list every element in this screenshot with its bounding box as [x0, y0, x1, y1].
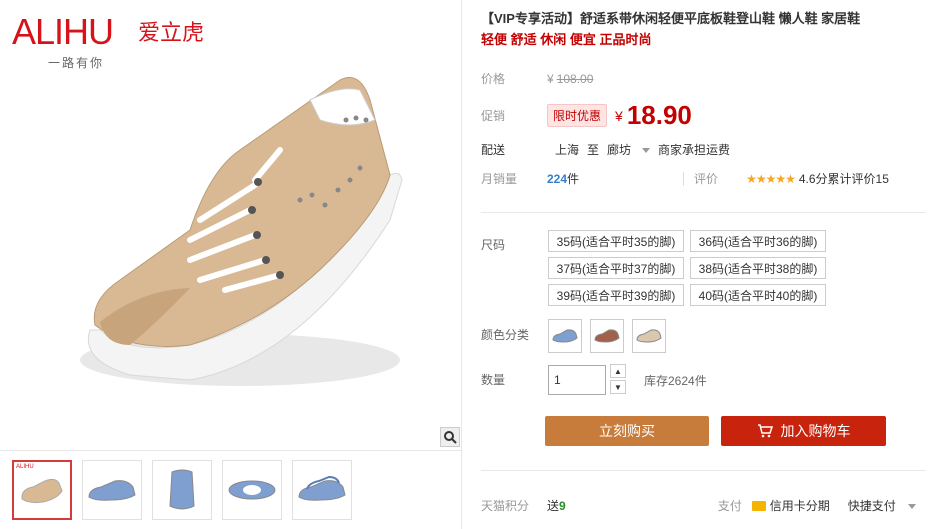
- size-option[interactable]: 35码(适合平时35的脚): [548, 230, 684, 252]
- shoe-beige-icon: [636, 329, 662, 343]
- shoe-brown-icon: [594, 329, 620, 343]
- qty-decrease-icon[interactable]: ▼: [610, 380, 626, 394]
- installment-link[interactable]: 信用卡分期: [770, 497, 830, 514]
- shipping-note: 商家承担运费: [658, 143, 731, 157]
- qty-increase-icon[interactable]: ▲: [610, 364, 626, 378]
- chevron-down-icon: [907, 504, 916, 510]
- divider: [683, 171, 685, 186]
- add-to-cart-button[interactable]: 加入购物车: [721, 416, 886, 446]
- quick-pay-select[interactable]: 快捷支付: [848, 497, 916, 514]
- shoe-blue-pair-icon: [298, 475, 346, 501]
- product-info: 【VIP专享活动】舒适系带休闲轻便平底板鞋登山鞋 懒人鞋 家居鞋 轻便 舒适 休…: [481, 0, 930, 529]
- qty-label: 数量: [481, 373, 506, 387]
- divider: [481, 212, 926, 213]
- stock-text: 库存2624件: [644, 373, 707, 388]
- pay-label: 支付: [717, 499, 742, 513]
- thumbnail-3[interactable]: [152, 460, 212, 520]
- quantity-input[interactable]: [548, 365, 606, 395]
- brand-name-cn: 爱立虎: [138, 21, 205, 46]
- size-option[interactable]: 40码(适合平时40的脚): [690, 284, 826, 306]
- points-number: 9: [559, 499, 566, 513]
- ship-to-value: 廊坊: [607, 143, 632, 157]
- quantity-stepper: ▲ ▼ 库存2624件: [548, 364, 707, 396]
- shipping-label: 配送: [481, 143, 506, 157]
- promo-row: 促销 限时优惠 ¥ 18.90: [481, 100, 692, 131]
- size-label: 尺码: [481, 238, 506, 252]
- zoom-icon[interactable]: [440, 427, 460, 447]
- promo-tag: 限时优惠: [547, 104, 608, 127]
- points-label: 天猫积分: [481, 499, 530, 513]
- promo-label: 促销: [481, 109, 506, 123]
- ship-to-word: 至: [587, 143, 600, 157]
- thumbnail-2[interactable]: [82, 460, 142, 520]
- product-page: ALIHU 爱立虎 一路有你 ALIHU 【VIP专享活动】舒适系带休闲轻便平底…: [0, 0, 930, 529]
- original-price-value: 108.00: [556, 71, 594, 86]
- thumbnail-strip: ALIHU: [0, 450, 462, 529]
- sales-count: 224: [547, 171, 568, 186]
- size-option[interactable]: 39码(适合平时39的脚): [548, 284, 684, 306]
- ship-from: 上海: [555, 143, 580, 157]
- rating-stars-icon: ★★★★★: [746, 171, 796, 186]
- promo-price: 18.90: [626, 100, 692, 130]
- main-product-image: [80, 77, 403, 386]
- sales-label: 月销量: [481, 172, 518, 186]
- buy-now-button[interactable]: 立刻购买: [545, 416, 709, 446]
- chevron-down-icon: [642, 148, 651, 154]
- price-label: 价格: [481, 72, 506, 86]
- qty-buttons: ▲ ▼: [610, 364, 626, 396]
- shoe-blue-top-icon: [228, 480, 276, 500]
- add-to-cart-label: 加入购物车: [780, 423, 851, 439]
- points-value: 送9: [547, 497, 566, 514]
- shoe-blue-icon: [88, 480, 136, 501]
- points-prefix: 送: [547, 499, 560, 513]
- shoe-blue-icon: [552, 329, 578, 343]
- quick-pay-label: 快捷支付: [847, 499, 896, 513]
- product-subtitle: 轻便 舒适 休闲 便宜 正品时尚: [481, 32, 652, 47]
- sales-row: 月销量 224 件 评价 ★★★★★ 4.6分累计评价15: [481, 170, 889, 187]
- thumbnail-brand: ALIHU: [16, 464, 34, 470]
- size-options: 35码(适合平时35的脚) 36码(适合平时36的脚) 37码(适合平时37的脚…: [548, 230, 848, 306]
- color-option-blue[interactable]: [548, 319, 582, 353]
- shoe-beige-icon: [21, 478, 63, 504]
- product-gallery: ALIHU 爱立虎 一路有你 ALIHU: [0, 0, 462, 529]
- original-price: ¥108.00: [547, 72, 593, 86]
- size-option[interactable]: 36码(适合平时36的脚): [690, 230, 826, 252]
- review-label: 评价: [694, 172, 719, 186]
- thumbnail-4[interactable]: [222, 460, 282, 520]
- brand-logo: ALIHU 爱立虎 一路有你: [12, 11, 204, 71]
- ship-to-select[interactable]: 廊坊: [607, 141, 651, 158]
- color-option-brown[interactable]: [590, 319, 624, 353]
- size-option[interactable]: 37码(适合平时37的脚): [548, 257, 684, 279]
- color-label: 颜色分类: [481, 328, 530, 342]
- shoe-blue-back-icon: [169, 469, 195, 510]
- thumbnail-1[interactable]: ALIHU: [12, 460, 72, 520]
- size-option[interactable]: 38码(适合平时38的脚): [690, 257, 826, 279]
- cart-icon: [757, 424, 773, 438]
- sales-unit: 件: [567, 172, 580, 186]
- color-option-beige[interactable]: [632, 319, 666, 353]
- brand-name-en: ALIHU: [12, 11, 114, 52]
- product-title: 【VIP专享活动】舒适系带休闲轻便平底板鞋登山鞋 懒人鞋 家居鞋: [481, 11, 861, 26]
- credit-card-icon: [751, 500, 766, 511]
- shipping-row: 配送 上海 至 廊坊 商家承担运费: [481, 141, 738, 158]
- thumbnail-5[interactable]: [292, 460, 352, 520]
- color-options: [548, 319, 666, 353]
- currency-symbol: ¥: [547, 71, 554, 86]
- review-link[interactable]: 4.6分累计评价15: [799, 170, 889, 187]
- footer-row: 天猫积分 送9 支付 信用卡分期 快捷支付: [481, 497, 916, 514]
- divider: [481, 470, 926, 471]
- price-row: 价格 ¥108.00: [481, 70, 593, 87]
- promo-currency: ¥: [615, 107, 623, 124]
